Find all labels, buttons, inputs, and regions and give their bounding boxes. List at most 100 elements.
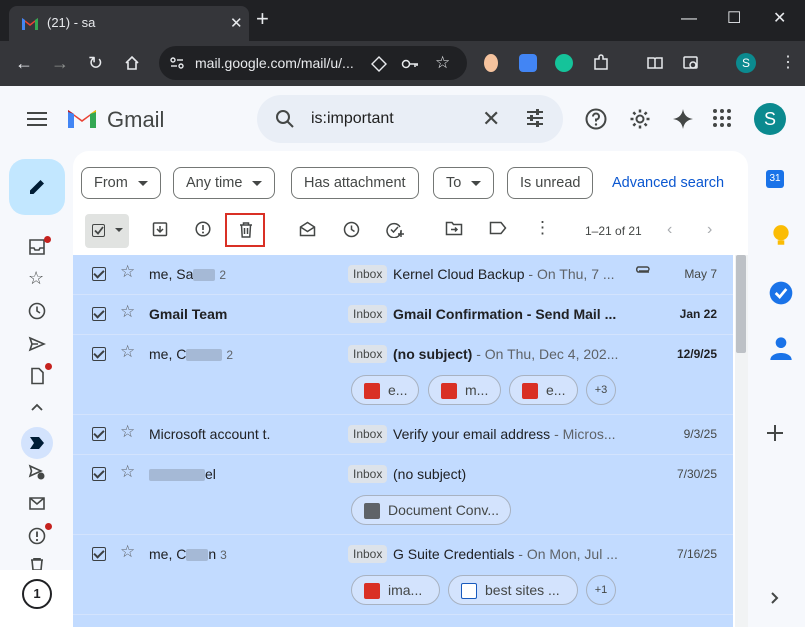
select-dropdown-icon[interactable]	[115, 228, 123, 232]
trash-rail-icon[interactable]	[28, 558, 46, 570]
draft-icon[interactable]	[28, 367, 46, 385]
filter-is-unread[interactable]: Is unread	[507, 167, 594, 199]
lens-search-icon[interactable]	[682, 54, 700, 72]
attachment-chip[interactable]: m...	[428, 375, 501, 405]
more-attachments-chip[interactable]: +1	[586, 575, 616, 605]
apps-icon[interactable]	[712, 108, 732, 128]
add-to-tasks-icon[interactable]	[386, 221, 404, 238]
new-tab-button[interactable]: +	[256, 8, 269, 30]
tab-close-button[interactable]: ✕	[230, 14, 243, 32]
filter-from[interactable]: From	[81, 167, 161, 199]
email-row-5[interactable]: ☆ el Inbox (no subject) 7/30/25 Document…	[73, 455, 733, 535]
attachment-chip[interactable]: Document Conv...	[351, 495, 511, 525]
calendar-icon[interactable]: 31	[766, 170, 784, 188]
more-attachments-chip[interactable]: +3	[586, 375, 616, 405]
scrollbar-thumb[interactable]	[736, 255, 746, 353]
notification-badge-icon[interactable]: 1	[22, 579, 52, 609]
email-row-3[interactable]: ☆ me, C 2 Inbox (no subject) - On Thu, De…	[73, 335, 733, 415]
star-icon[interactable]: ☆	[120, 263, 135, 281]
address-bar[interactable]: mail.google.com/mail/u/... ☆	[159, 46, 467, 80]
extensions-puzzle-icon[interactable]	[592, 54, 610, 72]
account-avatar[interactable]: S	[754, 103, 786, 135]
translate-extension-icon[interactable]	[519, 54, 537, 72]
trash-icon[interactable]	[239, 222, 253, 238]
tasks-icon[interactable]	[766, 281, 796, 305]
clock-icon[interactable]	[28, 302, 46, 320]
maximize-button[interactable]: ☐	[727, 10, 741, 28]
row-checkbox[interactable]	[92, 347, 106, 361]
bookmark-star-icon[interactable]: ☆	[435, 53, 450, 73]
reload-icon[interactable]: ↻	[88, 53, 103, 73]
report-spam-icon[interactable]	[195, 221, 211, 237]
chevron-up-icon[interactable]	[28, 399, 46, 417]
browser-tab[interactable]: (21) - sa ✕	[9, 6, 249, 41]
next-page-icon[interactable]: ›	[707, 221, 712, 239]
attachment-chip[interactable]: e...	[509, 375, 578, 405]
compose-button[interactable]	[9, 159, 65, 215]
filter-any-time[interactable]: Any time	[173, 167, 276, 199]
browser-profile-avatar[interactable]: S	[736, 53, 756, 73]
star-icon[interactable]: ☆	[120, 423, 135, 441]
chevron-right-icon[interactable]	[770, 591, 780, 605]
scheduled-icon[interactable]	[28, 463, 46, 481]
star-icon[interactable]: ☆	[120, 343, 135, 361]
move-to-icon[interactable]	[445, 221, 463, 236]
grammarly-extension-icon[interactable]	[555, 54, 573, 72]
snooze-icon[interactable]	[343, 221, 360, 238]
row-checkbox[interactable]	[92, 467, 106, 481]
keep-icon[interactable]	[766, 224, 796, 248]
attachment-chip[interactable]: best sites ...	[448, 575, 578, 605]
email-row-1[interactable]: ☆ me, Sa 2 Inbox Kernel Cloud Backup - On…	[73, 255, 733, 295]
plus-icon[interactable]	[766, 424, 784, 442]
scrollbar-track[interactable]	[735, 255, 748, 627]
extension-icon-1[interactable]	[484, 54, 498, 72]
more-options-icon[interactable]: ⋮	[534, 219, 551, 237]
extension-diamond-icon[interactable]	[371, 56, 387, 72]
select-all-checkbox[interactable]	[85, 214, 129, 248]
archive-icon[interactable]	[152, 221, 168, 237]
attachment-chip[interactable]: e...	[351, 375, 419, 405]
email-row-6[interactable]: ☆ me, C n3 Inbox G Suite Credentials - On…	[73, 535, 733, 615]
filter-to[interactable]: To	[433, 167, 495, 199]
star-icon[interactable]: ☆	[120, 463, 135, 481]
send-icon[interactable]	[28, 335, 46, 353]
search-icon[interactable]	[275, 109, 295, 129]
star-icon[interactable]: ☆	[120, 543, 135, 561]
email-row-2[interactable]: ☆ Gmail Team Inbox Gmail Confirmation - …	[73, 295, 733, 335]
row-checkbox[interactable]	[92, 307, 106, 321]
clear-search-icon[interactable]: ✕	[482, 107, 500, 131]
star-icon[interactable]: ☆	[28, 269, 46, 287]
help-icon[interactable]	[585, 108, 607, 130]
forward-icon[interactable]: →	[51, 53, 69, 73]
minimize-button[interactable]: —	[681, 10, 697, 28]
prev-page-icon[interactable]: ‹	[667, 221, 672, 239]
settings-icon[interactable]	[629, 108, 651, 130]
advanced-search-link[interactable]: Advanced search	[612, 175, 724, 191]
attachment-chip[interactable]: ima...	[351, 575, 440, 605]
important-nav-item[interactable]	[21, 427, 53, 459]
delete-button-highlight[interactable]	[225, 213, 265, 247]
label-outline-icon[interactable]	[489, 221, 507, 235]
row-checkbox[interactable]	[92, 547, 106, 561]
search-bar[interactable]: ✕	[257, 95, 563, 143]
close-window-button[interactable]: ✕	[773, 10, 786, 28]
back-icon[interactable]: ←	[15, 53, 33, 73]
star-icon[interactable]: ☆	[120, 303, 135, 321]
browser-menu-icon[interactable]: ⋮	[780, 53, 796, 73]
spam-icon[interactable]	[28, 527, 46, 545]
gemini-icon[interactable]	[672, 108, 694, 130]
password-key-icon[interactable]	[401, 56, 419, 72]
site-info-icon[interactable]	[169, 55, 185, 71]
tune-icon[interactable]	[525, 108, 545, 128]
menu-icon[interactable]	[27, 112, 47, 126]
email-row-4[interactable]: ☆ Microsoft account t. Inbox Verify your…	[73, 415, 733, 455]
reading-mode-icon[interactable]	[646, 54, 664, 72]
all-mail-icon[interactable]	[28, 494, 46, 512]
contacts-icon[interactable]	[766, 336, 796, 360]
home-icon[interactable]	[124, 55, 140, 71]
search-input[interactable]	[311, 107, 471, 131]
row-checkbox[interactable]	[92, 427, 106, 441]
row-checkbox[interactable]	[92, 267, 106, 281]
mark-as-read-icon[interactable]	[299, 221, 316, 237]
filter-has-attachment[interactable]: Has attachment	[291, 167, 419, 199]
